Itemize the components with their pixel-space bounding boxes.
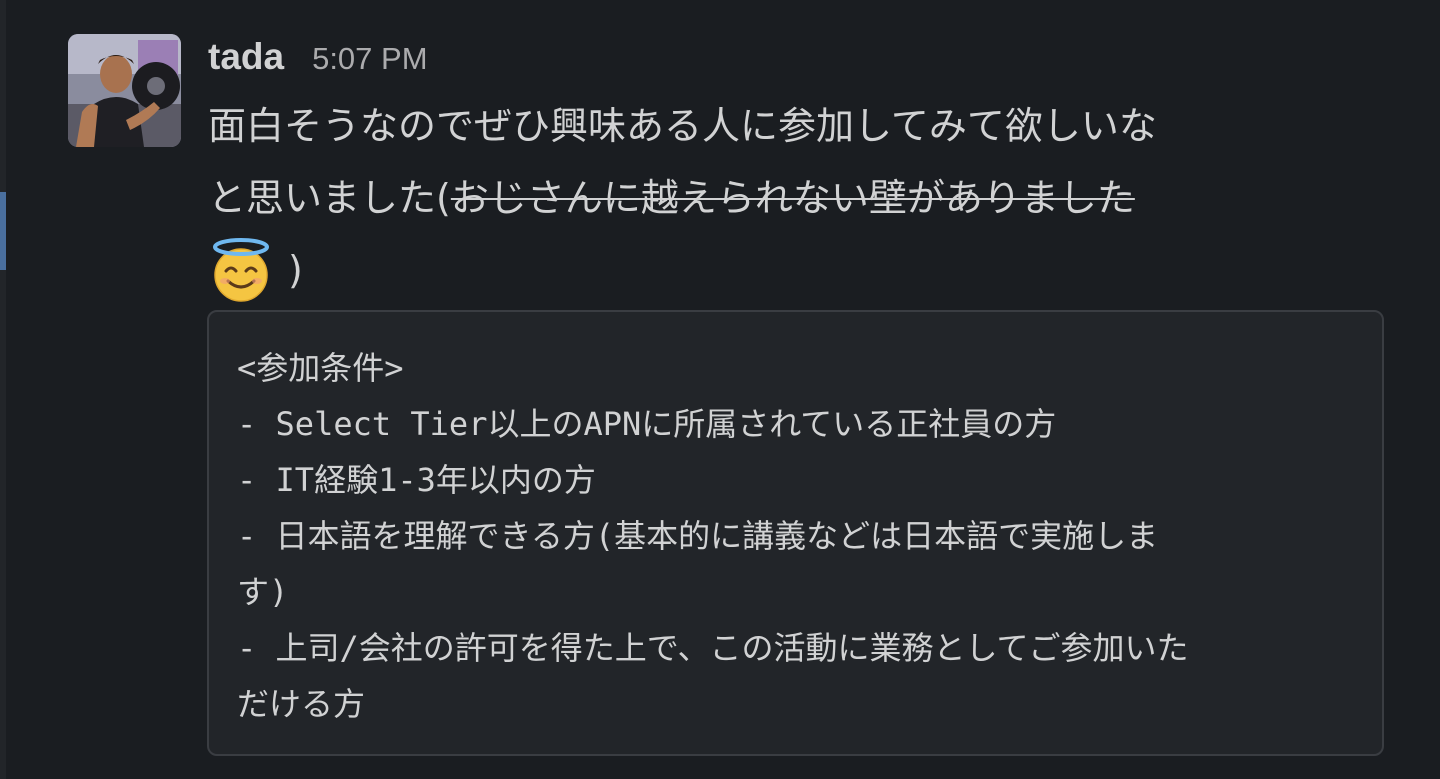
message-line-2: と思いました(おじさんに越えられない壁がありました [208,162,1408,234]
code-line: - 上司/会社の許可を得た上で、この活動に業務としてご参加いた [237,629,1189,667]
chat-message: tada 5:07 PM 面白そうなのでぜひ興味ある人に参加してみて欲しいな と… [0,0,1440,779]
code-block-text: <参加条件> - Select Tier以上のAPNに所属されている正社員の方 … [237,340,1357,732]
code-line: - Select Tier以上のAPNに所属されている正社員の方 [237,405,1057,443]
user-avatar-photo-icon [68,34,181,147]
code-line: - IT経験1-3年以内の方 [237,461,596,499]
message-timestamp[interactable]: 5:07 PM [312,41,427,77]
message-body: 面白そうなのでぜひ興味ある人に参加してみて欲しいな と思いました(おじさんに越え… [208,90,1408,306]
message-line-3: ) [208,234,1408,306]
code-line: だける方 [237,685,366,723]
code-line: す) [237,573,289,611]
code-line: <参加条件> [237,349,404,387]
message-line-2-plain: と思いました( [208,176,451,220]
innocent-halo-emoji-icon [213,238,269,302]
code-line: - 日本語を理解できる方(基本的に講義などは日本語で実施しま [237,517,1159,555]
code-block[interactable]: <参加条件> - Select Tier以上のAPNに所属されている正社員の方 … [207,310,1384,756]
strikethrough-text: おじさんに越えられない壁がありました [450,176,1135,220]
message-header: tada 5:07 PM [208,36,428,86]
author-name[interactable]: tada [208,36,284,78]
closing-paren: ) [288,248,303,292]
user-avatar[interactable] [68,34,181,147]
message-line-1: 面白そうなのでぜひ興味ある人に参加してみて欲しいな [208,104,1157,148]
